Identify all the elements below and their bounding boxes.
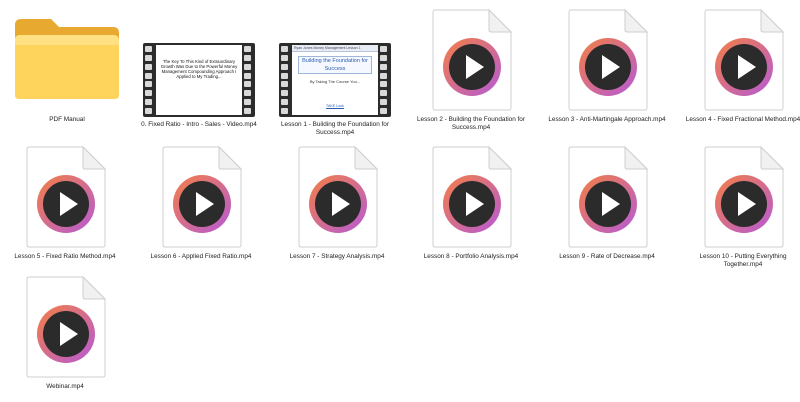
thumbnail-text: The Key To This Kind of Extraordinary Gr…: [160, 59, 238, 79]
file-name: Lesson 1 - Building the Foundation for S…: [280, 121, 389, 136]
folder-icon: [11, 15, 123, 101]
video-file-icon: [159, 145, 243, 249]
video-thumbnail: The Key To This Kind of Extraordinary Gr…: [143, 43, 255, 117]
file-name: Lesson 8 - Portfolio Analysis.mp4: [423, 253, 519, 260]
file-name: Lesson 3 - Anti-Martingale Approach.mp4: [548, 116, 666, 123]
video-file-lesson-3[interactable]: Lesson 3 - Anti-Martingale Approach.mp4: [542, 2, 672, 132]
video-file-lesson-4[interactable]: Lesson 4 - Fixed Fractional Method.mp4: [678, 2, 800, 132]
video-file-icon: [295, 145, 379, 249]
file-name: Lesson 5 - Fixed Ratio Method.mp4: [14, 253, 116, 260]
video-file-icon: [23, 145, 107, 249]
video-file-lesson-10[interactable]: Lesson 10 - Putting Everything Together.…: [678, 139, 800, 269]
video-file-intro[interactable]: The Key To This Kind of Extraordinary Gr…: [134, 2, 264, 132]
video-file-webinar[interactable]: Webinar.mp4: [0, 269, 130, 399]
thumbnail-subtitle: By Taking The Course You...: [309, 79, 361, 84]
video-file-icon: [429, 145, 513, 249]
video-file-lesson-2[interactable]: Lesson 2 - Building the Foundation for S…: [406, 2, 536, 132]
file-name: Webinar.mp4: [46, 383, 84, 390]
video-file-lesson-5[interactable]: Lesson 5 - Fixed Ratio Method.mp4: [0, 139, 130, 269]
thumbnail-frame: The Key To This Kind of Extraordinary Gr…: [156, 45, 242, 115]
thumbnail-title: Building the Foundation for Success: [298, 56, 372, 74]
video-file-lesson-7[interactable]: Lesson 7 - Strategy Analysis.mp4: [272, 139, 402, 269]
file-name: PDF Manual: [49, 116, 85, 123]
file-name: Lesson 10 - Putting Everything Together.…: [699, 253, 787, 268]
file-name: 0. Fixed Ratio - Intro - Sales - Video.m…: [141, 121, 257, 128]
video-file-icon: [565, 8, 649, 112]
film-perforation: [244, 46, 253, 114]
file-name: Lesson 2 - Building the Foundation for S…: [416, 116, 525, 131]
video-file-lesson-9[interactable]: Lesson 9 - Rate of Decrease.mp4: [542, 139, 672, 269]
thumbnail-header: Ryan Jones Money Management Lesson 1: [292, 45, 378, 52]
film-perforation: [380, 46, 389, 114]
video-file-icon: [23, 275, 107, 379]
video-file-icon: [701, 8, 785, 112]
thumbnail-link: TAKE Look: [326, 104, 344, 108]
film-perforation: [281, 46, 290, 114]
video-file-lesson-1[interactable]: Ryan Jones Money Management Lesson 1 Bui…: [270, 2, 400, 136]
video-file-icon: [701, 145, 785, 249]
video-file-lesson-8[interactable]: Lesson 8 - Portfolio Analysis.mp4: [406, 139, 536, 269]
video-file-icon: [429, 8, 513, 112]
file-name: Lesson 9 - Rate of Decrease.mp4: [559, 253, 655, 260]
video-thumbnail: Ryan Jones Money Management Lesson 1 Bui…: [279, 43, 391, 117]
video-file-lesson-6[interactable]: Lesson 6 - Applied Fixed Ratio.mp4: [136, 139, 266, 269]
thumbnail-frame: Ryan Jones Money Management Lesson 1 Bui…: [292, 45, 378, 115]
file-name: Lesson 6 - Applied Fixed Ratio.mp4: [150, 253, 252, 260]
file-name: Lesson 7 - Strategy Analysis.mp4: [289, 253, 385, 260]
folder-pdf-manual[interactable]: PDF Manual: [2, 2, 132, 132]
film-perforation: [145, 46, 154, 114]
file-name: Lesson 4 - Fixed Fractional Method.mp4: [685, 116, 800, 123]
video-file-icon: [565, 145, 649, 249]
